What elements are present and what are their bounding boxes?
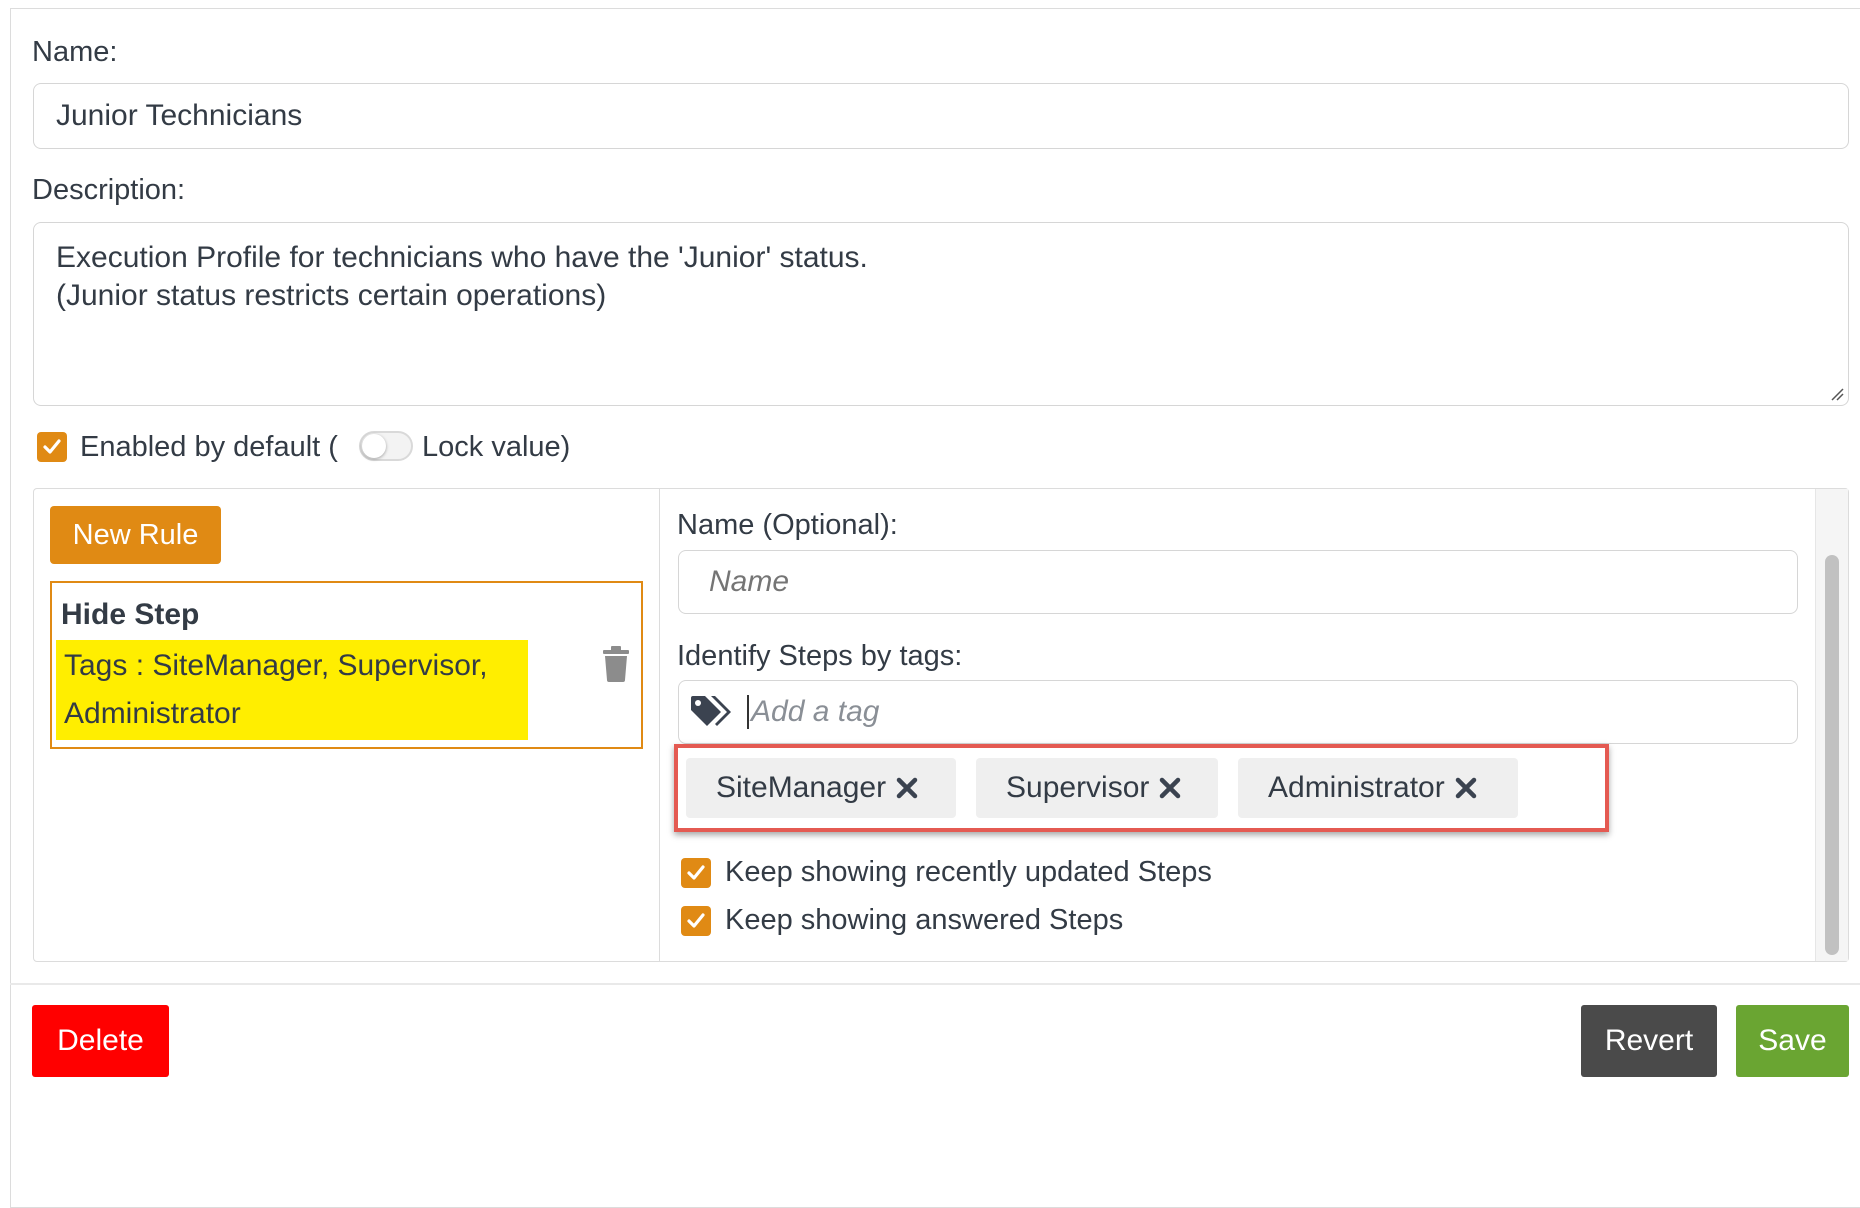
keep-answered-checkbox[interactable]	[681, 906, 711, 936]
keep-updated-checkbox[interactable]	[681, 858, 711, 888]
delete-button[interactable]: Delete	[32, 1005, 169, 1077]
description-label: Description:	[32, 174, 186, 206]
rule-name-label: Name (Optional):	[677, 509, 898, 541]
rules-divider	[659, 489, 660, 961]
name-input[interactable]: Junior Technicians	[33, 83, 1849, 149]
footer-divider	[10, 983, 1860, 985]
lock-value-toggle[interactable]	[359, 431, 413, 461]
check-icon	[43, 439, 61, 454]
tag-icon	[691, 696, 731, 726]
rule-name-input[interactable]	[678, 550, 1798, 614]
keep-answered-label: Keep showing answered Steps	[725, 904, 1124, 936]
tag-input-field[interactable]: Add a tag	[678, 680, 1798, 744]
name-label: Name:	[32, 36, 118, 68]
toggle-knob	[362, 434, 386, 458]
check-icon	[687, 865, 705, 880]
trash-icon[interactable]	[601, 646, 631, 682]
text-cursor	[747, 695, 749, 729]
check-icon	[687, 913, 705, 928]
tags-label: Identify Steps by tags:	[677, 640, 963, 672]
tag-input-placeholder: Add a tag	[751, 695, 880, 728]
description-text: Execution Profile for technicians who ha…	[56, 241, 868, 312]
rule-title: Hide Step	[61, 598, 200, 631]
revert-button[interactable]: Revert	[1581, 1005, 1717, 1077]
lock-value-label: Lock value)	[422, 431, 571, 463]
save-button[interactable]: Save	[1736, 1005, 1849, 1077]
enabled-label: Enabled by default (	[80, 431, 338, 463]
keep-updated-label: Keep showing recently updated Steps	[725, 856, 1212, 888]
resize-grip-icon[interactable]	[1830, 387, 1844, 401]
rule-tags-text: Tags : SiteManager, Supervisor, Administ…	[56, 640, 528, 740]
tags-annotation-box	[674, 744, 1609, 832]
scrollbar-thumb[interactable]	[1825, 555, 1839, 955]
enabled-checkbox[interactable]	[37, 432, 67, 462]
new-rule-button[interactable]: New Rule	[50, 506, 221, 564]
description-textarea[interactable]: Execution Profile for technicians who ha…	[33, 222, 1849, 406]
